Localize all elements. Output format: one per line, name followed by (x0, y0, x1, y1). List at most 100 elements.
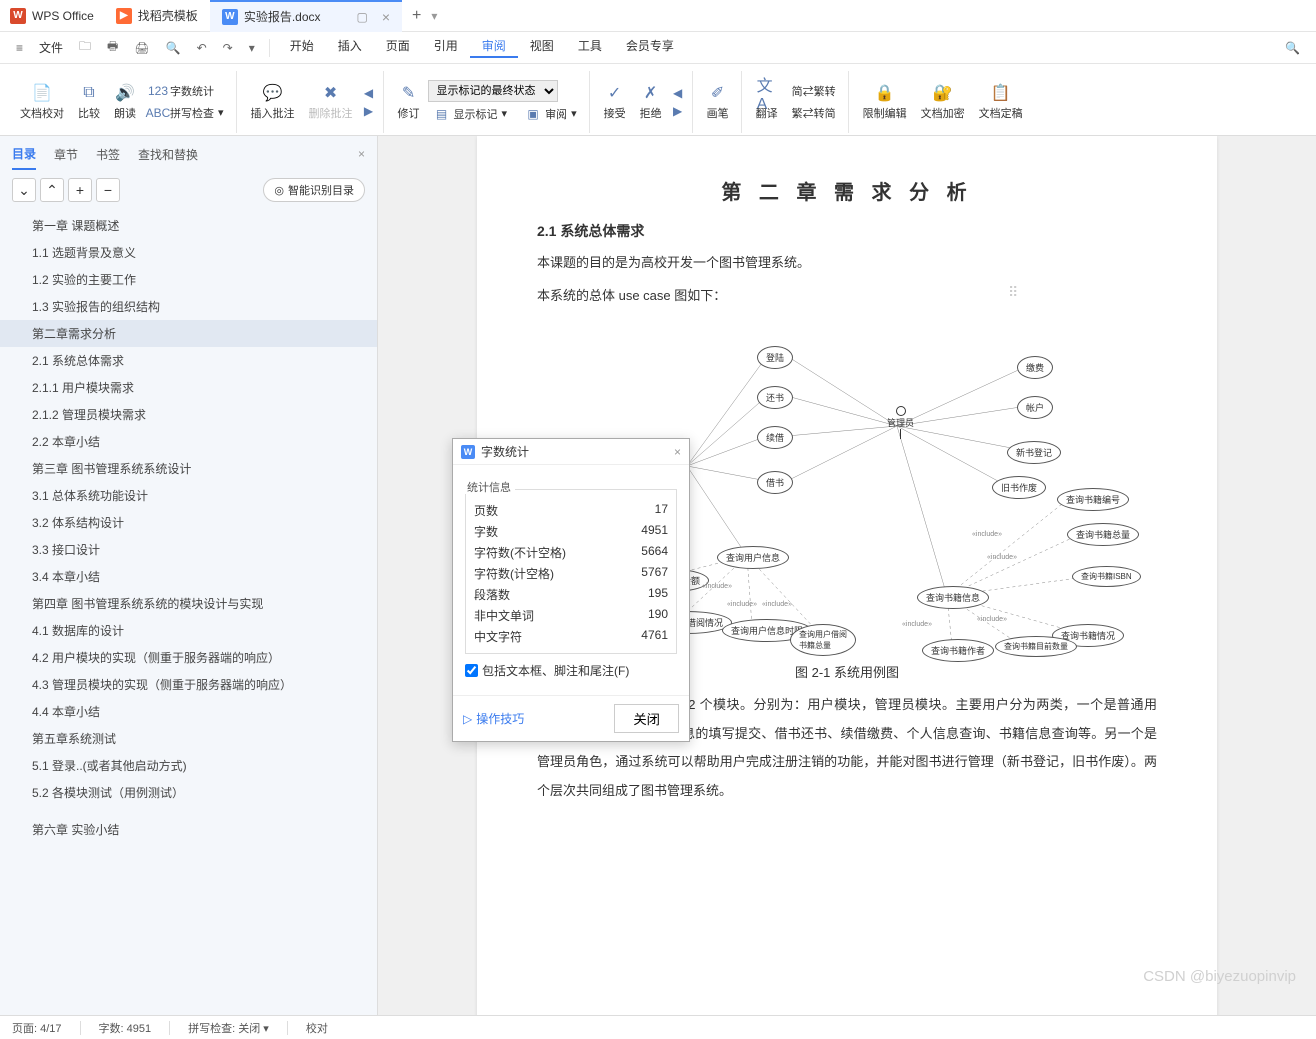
toc-list[interactable]: 第一章 课题概述1.1 选题背景及意义1.2 实验的主要工作1.3 实验报告的组… (0, 208, 377, 1015)
add-button[interactable]: + (68, 178, 92, 202)
menu-icon[interactable]: ≡ (10, 37, 29, 59)
tips-link[interactable]: ▷操作技巧 (463, 710, 524, 727)
stat-row: 字符数(不计空格)5664 (474, 542, 668, 563)
toc-item[interactable]: 3.3 接口设计 (0, 536, 377, 563)
tab-add-dropdown[interactable]: ▾ (431, 9, 437, 23)
tab-close-icon[interactable]: × (382, 9, 390, 25)
insert-comment-icon: 💬 (263, 83, 283, 103)
toc-item[interactable]: 第一章 课题概述 (0, 212, 377, 239)
prev-comment-icon[interactable]: ◀ (361, 85, 377, 101)
toc-item[interactable]: 第五章系统测试 (0, 725, 377, 752)
menu-start[interactable]: 开始 (278, 37, 326, 58)
toc-item[interactable]: 1.3 实验报告的组织结构 (0, 293, 377, 320)
simp-trad-button[interactable]: 简⇄繁转 (786, 81, 842, 101)
toc-item[interactable]: 2.2 本章小结 (0, 428, 377, 455)
toc-item[interactable]: 2.1.2 管理员模块需求 (0, 401, 377, 428)
next-change-icon[interactable]: ▶ (670, 103, 686, 119)
wordcount-button[interactable]: 123字数统计 (144, 81, 230, 101)
save-icon[interactable]: 🖶 (101, 33, 124, 62)
stats-box: 页数17字数4951字符数(不计空格)5664字符数(计空格)5767段落数19… (465, 489, 677, 654)
doc-structure-button[interactable]: 📋文档定稿 (973, 71, 1029, 133)
toc-item[interactable]: 4.2 用户模块的实现（侧重于服务器端的响应） (0, 644, 377, 671)
search-icon[interactable]: 🔍 (1279, 37, 1306, 59)
toc-item[interactable]: 1.2 实验的主要工作 (0, 266, 377, 293)
delete-comment-button[interactable]: ✖删除批注 (303, 71, 359, 133)
tab-wps[interactable]: W WPS Office (0, 8, 104, 24)
menu-member[interactable]: 会员专享 (614, 37, 686, 58)
dropdown-icon[interactable]: ▾ (243, 37, 261, 59)
pen-button[interactable]: ✐画笔 (701, 71, 735, 133)
dialog-titlebar[interactable]: W 字数统计 × (453, 439, 689, 465)
menu-view[interactable]: 视图 (518, 37, 566, 58)
status-spell[interactable]: 拼写检查: 关闭 ▾ (188, 1020, 269, 1036)
file-menu[interactable]: 文件 (33, 39, 69, 56)
menu-ref[interactable]: 引用 (422, 37, 470, 58)
read-button[interactable]: 🔊朗读 (108, 71, 142, 133)
redo-icon[interactable]: ↷ (217, 37, 239, 59)
menu-page[interactable]: 页面 (374, 37, 422, 58)
sidebar-close-icon[interactable]: × (358, 147, 365, 161)
tab-doc[interactable]: W 实验报告.docx ▢ × (210, 0, 402, 32)
toc-item[interactable]: 4.3 管理员模块的实现（侧重于服务器端的响应） (0, 671, 377, 698)
tab-template[interactable]: ▶ 找稻壳模板 (104, 0, 210, 32)
sidebar-tab-bookmark[interactable]: 书签 (96, 140, 120, 169)
folder-icon[interactable]: 🗀 (73, 33, 97, 62)
toc-item[interactable]: 2.1.1 用户模块需求 (0, 374, 377, 401)
dialog-close-icon[interactable]: × (674, 445, 681, 459)
sidebar-tab-find[interactable]: 查找和替换 (138, 140, 198, 169)
toc-item[interactable]: 1.1 选题背景及意义 (0, 239, 377, 266)
translate-button[interactable]: 文A翻译 (750, 71, 784, 133)
show-markup-button[interactable]: ▤显示标记▾ (428, 104, 514, 124)
include-textbox-checkbox[interactable]: 包括文本框、脚注和尾注(F) (465, 654, 677, 687)
status-page[interactable]: 页面: 4/17 (12, 1020, 62, 1036)
checkbox-input[interactable] (465, 664, 478, 677)
toc-item[interactable]: 3.4 本章小结 (0, 563, 377, 590)
tab-window-icon[interactable]: ▢ (357, 10, 368, 24)
paragraph: 本课题的目的是为高校开发一个图书管理系统。 (537, 249, 1157, 278)
toc-item[interactable]: 5.1 登录..(或者其他启动方式) (0, 752, 377, 779)
prev-change-icon[interactable]: ◀ (670, 85, 686, 101)
toc-item[interactable]: 4.4 本章小结 (0, 698, 377, 725)
toc-item[interactable] (0, 806, 377, 816)
toc-item[interactable]: 3.1 总体系统功能设计 (0, 482, 377, 509)
toc-item[interactable]: 2.1 系统总体需求 (0, 347, 377, 374)
encrypt-button[interactable]: 🔐文档加密 (915, 71, 971, 133)
doc-compare-button[interactable]: 📄文档校对 (14, 71, 70, 133)
next-comment-icon[interactable]: ▶ (361, 103, 377, 119)
remove-button[interactable]: − (96, 178, 120, 202)
drag-handle-icon[interactable]: ⠿ (1008, 284, 1020, 301)
status-proof[interactable]: 校对 (306, 1020, 328, 1036)
toc-item[interactable]: 5.2 各模块测试（用例测试） (0, 779, 377, 806)
toc-item[interactable]: 第二章需求分析 (0, 320, 377, 347)
toc-item[interactable]: 第六章 实验小结 (0, 816, 377, 843)
quick-access-bar: ≡ 文件 🗀 🖶 🖨 🔍 ↶ ↷ ▾ 开始 插入 页面 引用 审阅 视图 工具 … (0, 32, 1316, 64)
menu-tools[interactable]: 工具 (566, 37, 614, 58)
track-dropdown[interactable]: 显示标记的最终状态 (428, 80, 558, 102)
status-words[interactable]: 字数: 4951 (99, 1020, 152, 1036)
menu-review[interactable]: 审阅 (470, 37, 518, 58)
sidebar-tab-toc[interactable]: 目录 (12, 139, 36, 170)
toc-item[interactable]: 4.1 数据库的设计 (0, 617, 377, 644)
toc-item[interactable]: 3.2 体系结构设计 (0, 509, 377, 536)
print-icon[interactable]: 🖨 (128, 37, 155, 59)
smart-toc-button[interactable]: ◎智能识别目录 (263, 178, 365, 202)
spellcheck-button[interactable]: ABC拼写检查▾ (144, 103, 230, 123)
accept-button[interactable]: ✓接受 (598, 71, 632, 133)
tab-add-button[interactable]: + (402, 7, 431, 25)
trad-simp-button[interactable]: 繁⇄转简 (786, 103, 842, 123)
menu-insert[interactable]: 插入 (326, 37, 374, 58)
collapse-button[interactable]: ⌄ (12, 178, 36, 202)
revise-button[interactable]: ✎修订 (392, 71, 426, 133)
compare-button[interactable]: ⧉比较 (72, 71, 106, 133)
reject-button[interactable]: ✗拒绝 (634, 71, 668, 133)
restrict-edit-button[interactable]: 🔒限制编辑 (857, 71, 913, 133)
sidebar-tab-chapter[interactable]: 章节 (54, 140, 78, 169)
review-button[interactable]: ▣审阅▾ (519, 104, 583, 124)
insert-comment-button[interactable]: 💬插入批注 (245, 71, 301, 133)
dialog-close-button[interactable]: 关闭 (614, 704, 679, 733)
undo-icon[interactable]: ↶ (191, 37, 213, 59)
preview-icon[interactable]: 🔍 (160, 37, 187, 59)
toc-item[interactable]: 第四章 图书管理系统系统的模块设计与实现 (0, 590, 377, 617)
expand-button[interactable]: ⌃ (40, 178, 64, 202)
toc-item[interactable]: 第三章 图书管理系统系统设计 (0, 455, 377, 482)
